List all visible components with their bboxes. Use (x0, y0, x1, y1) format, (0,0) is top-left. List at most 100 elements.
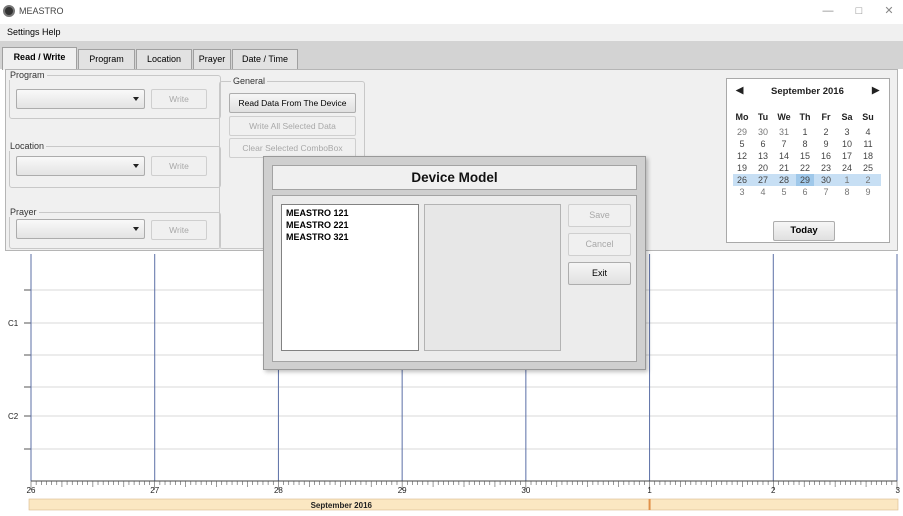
calendar-day[interactable]: 3 (734, 187, 750, 197)
general-group-label: General (231, 76, 268, 86)
calendar-day[interactable]: 2 (860, 175, 876, 185)
calendar-day[interactable]: 6 (797, 187, 813, 197)
calendar-day[interactable]: 16 (818, 151, 834, 161)
chart-row-labels: C1 C2 (8, 319, 19, 421)
calendar-day[interactable]: 27 (755, 175, 771, 185)
location-combobox[interactable] (16, 156, 145, 176)
device-model-dialog: Device Model MEASTRO 121 MEASTRO 221 MEA… (263, 156, 646, 370)
device-listbox[interactable]: MEASTRO 121 MEASTRO 221 MEASTRO 321 (281, 204, 419, 351)
tab-location[interactable]: Location (136, 49, 192, 69)
calendar-day[interactable]: 23 (818, 163, 834, 173)
calendar-day[interactable]: 9 (818, 139, 834, 149)
location-write-button[interactable]: Write (151, 156, 207, 176)
calendar-day[interactable]: 12 (734, 151, 750, 161)
calendar-day[interactable]: 22 (797, 163, 813, 173)
prayer-combobox[interactable] (16, 219, 145, 239)
chart-x-tick-label: 2 (771, 486, 776, 495)
tab-prayer[interactable]: Prayer (193, 49, 231, 69)
calendar-day[interactable]: 5 (776, 187, 792, 197)
calendar-next-icon[interactable]: ▶ (872, 85, 879, 96)
menu-settings[interactable]: Settings (7, 27, 40, 37)
menu-bar: Settings Help (0, 24, 903, 41)
prayer-group-label: Prayer (8, 207, 39, 217)
calendar-day[interactable]: 2 (818, 127, 834, 137)
write-all-button[interactable]: Write All Selected Data (229, 116, 356, 136)
calendar-weekday-header: Su (862, 112, 874, 122)
chart-x-tick-label: 27 (150, 486, 159, 495)
program-write-button[interactable]: Write (151, 89, 207, 109)
device-list-item[interactable]: MEASTRO 121 (286, 208, 349, 218)
app-logo-icon (3, 5, 15, 17)
calendar-day[interactable]: 17 (839, 151, 855, 161)
chart-month-marker (648, 499, 651, 510)
calendar-day[interactable]: 4 (860, 127, 876, 137)
month-calendar: ◀ September 2016 ▶ Mo Tu We Th Fr Sa Su 29 30 31 1… (726, 78, 890, 243)
calendar-day[interactable]: 8 (797, 139, 813, 149)
calendar-day[interactable]: 29 (797, 175, 813, 185)
calendar-day[interactable]: 14 (776, 151, 792, 161)
chart-x-ticks: 26 27 28 29 30 1 2 3 (27, 486, 901, 495)
calendar-day[interactable]: 5 (734, 139, 750, 149)
chart-band-label: September 2016 (311, 501, 373, 510)
dialog-title: Device Model (272, 165, 637, 190)
close-icon[interactable]: ✕ (879, 4, 899, 18)
chart-row-label: C1 (8, 319, 19, 328)
calendar-day[interactable]: 8 (839, 187, 855, 197)
calendar-day[interactable]: 1 (839, 175, 855, 185)
read-data-button[interactable]: Read Data From The Device (229, 93, 356, 113)
prayer-write-button[interactable]: Write (151, 220, 207, 240)
calendar-weekday-header: Fr (821, 112, 831, 122)
clear-combobox-button[interactable]: Clear Selected ComboBox (229, 138, 356, 158)
calendar-day[interactable]: 26 (734, 175, 750, 185)
tab-program[interactable]: Program (78, 49, 135, 69)
device-list-item[interactable]: MEASTRO 321 (286, 232, 349, 242)
device-list-item[interactable]: MEASTRO 221 (286, 220, 349, 230)
calendar-weekday-header: We (777, 112, 791, 122)
tab-read-write[interactable]: Read / Write (2, 47, 77, 70)
calendar-day[interactable]: 18 (860, 151, 876, 161)
calendar-day[interactable]: 11 (860, 139, 876, 149)
chart-x-tick-label: 29 (398, 486, 407, 495)
calendar-day[interactable]: 7 (818, 187, 834, 197)
chart-month-band: September 2016 (28, 498, 899, 511)
calendar-day[interactable]: 6 (755, 139, 771, 149)
save-button[interactable]: Save (568, 204, 631, 227)
chart-x-tick-label: 28 (274, 486, 283, 495)
calendar-day[interactable]: 24 (839, 163, 855, 173)
tab-date-time[interactable]: Date / Time (232, 49, 298, 69)
location-group-label: Location (8, 141, 47, 151)
calendar-day[interactable]: 13 (755, 151, 771, 161)
calendar-prev-icon[interactable]: ◀ (736, 85, 743, 96)
calendar-day[interactable]: 31 (776, 127, 792, 137)
calendar-day[interactable]: 30 (755, 127, 771, 137)
calendar-day[interactable]: 9 (860, 187, 876, 197)
device-detail-panel (424, 204, 561, 351)
calendar-weekday-header: Mo (735, 112, 749, 122)
calendar-day[interactable]: 28 (776, 175, 792, 185)
tab-strip: Read / Write Program Location Prayer Dat… (0, 41, 903, 70)
calendar-day[interactable]: 19 (734, 163, 750, 173)
today-button[interactable]: Today (773, 221, 835, 241)
title-bar: MEASTRO — □ ✕ (0, 0, 903, 24)
maximize-icon[interactable]: □ (849, 4, 869, 18)
calendar-month-label[interactable]: September 2016 (771, 86, 844, 97)
minimize-icon[interactable]: — (818, 4, 838, 18)
calendar-day[interactable]: 29 (734, 127, 750, 137)
exit-button[interactable]: Exit (568, 262, 631, 285)
cancel-button[interactable]: Cancel (568, 233, 631, 256)
calendar-day[interactable]: 30 (818, 175, 834, 185)
calendar-day[interactable]: 1 (797, 127, 813, 137)
chart-x-tick-label: 30 (521, 486, 530, 495)
calendar-day[interactable]: 3 (839, 127, 855, 137)
calendar-day[interactable]: 4 (755, 187, 771, 197)
calendar-day[interactable]: 10 (839, 139, 855, 149)
calendar-day[interactable]: 21 (776, 163, 792, 173)
menu-help[interactable]: Help (42, 27, 61, 37)
calendar-day[interactable]: 25 (860, 163, 876, 173)
calendar-day[interactable]: 7 (776, 139, 792, 149)
calendar-day[interactable]: 20 (755, 163, 771, 173)
program-combobox[interactable] (16, 89, 145, 109)
calendar-weekday-header: Sa (841, 112, 853, 122)
calendar-day[interactable]: 15 (797, 151, 813, 161)
program-group-label: Program (8, 70, 47, 80)
